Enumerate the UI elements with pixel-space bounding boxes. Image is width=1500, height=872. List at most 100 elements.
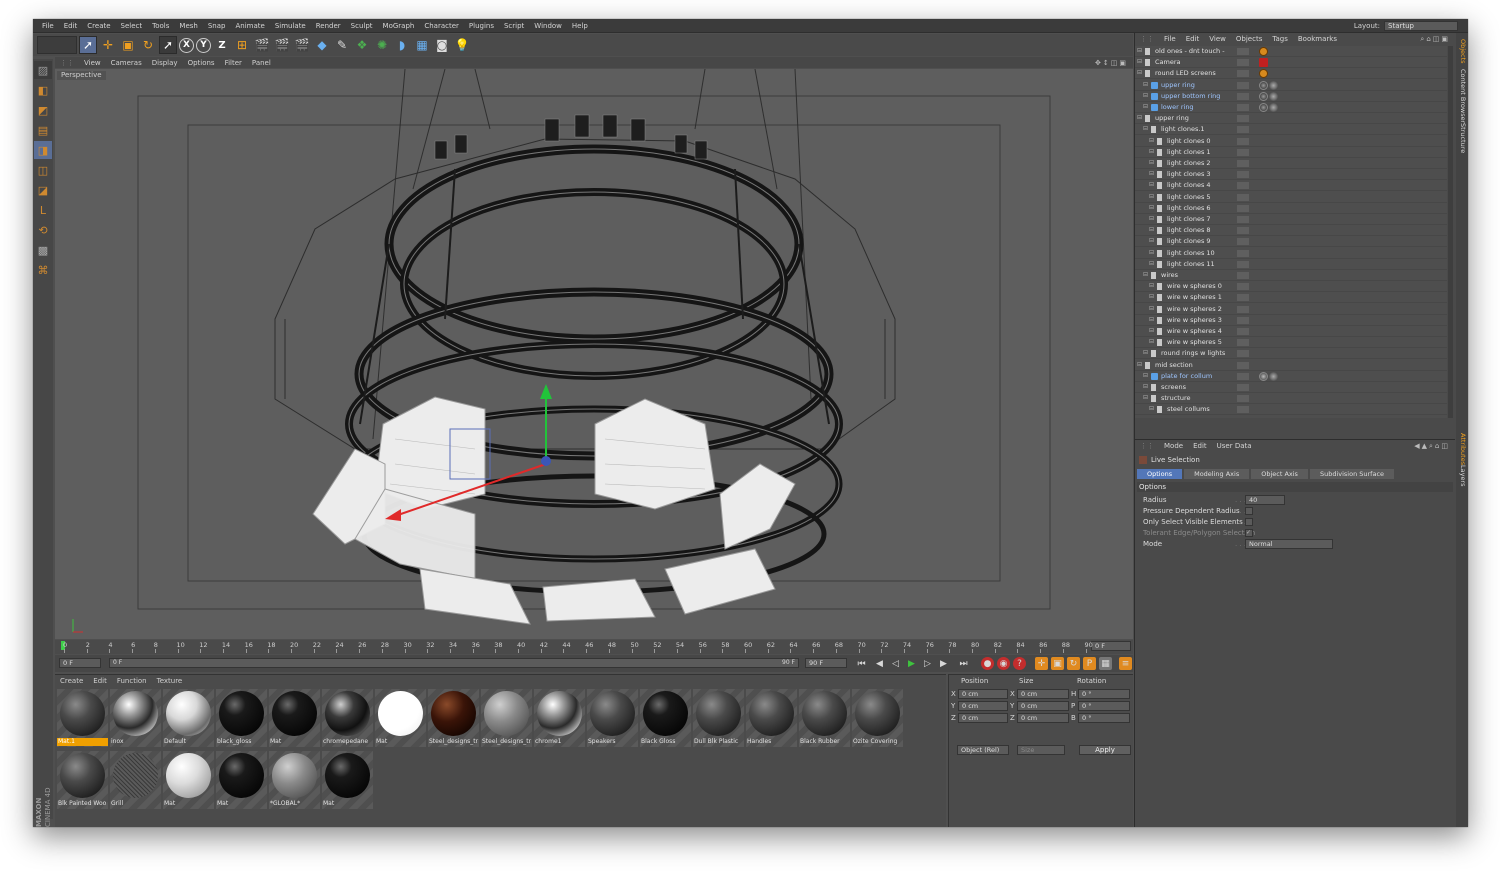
side-tab-objects[interactable]: Objects bbox=[1457, 39, 1467, 64]
record-icon[interactable]: ● bbox=[981, 657, 994, 670]
model-mode-icon[interactable]: ◧ bbox=[34, 81, 52, 99]
goto-start-icon[interactable]: ⏮ bbox=[855, 657, 868, 670]
object-tag-icon[interactable] bbox=[1259, 47, 1268, 56]
timeline-ruler[interactable]: 0 F 0 2 4 6 8 10 12 14 16 18 20 22 24 26 28 30 32 34 36 38 4… bbox=[55, 640, 1133, 654]
expand-toggle-icon[interactable]: ⊟ bbox=[1149, 338, 1154, 345]
object-row[interactable]: ⊟ light clones 6 bbox=[1135, 203, 1447, 214]
recent-tool-icon[interactable]: ➚ bbox=[159, 36, 177, 54]
coord-rotation-field[interactable]: 0 ° bbox=[1078, 701, 1130, 711]
object-tag-icon[interactable] bbox=[1259, 371, 1268, 381]
visibility-flags[interactable] bbox=[1237, 350, 1249, 358]
menu-mesh[interactable]: Mesh bbox=[174, 22, 202, 30]
viewport-menu-view[interactable]: View bbox=[79, 59, 106, 67]
visibility-flags[interactable] bbox=[1237, 372, 1249, 380]
rotate-icon[interactable]: ↻ bbox=[139, 36, 157, 54]
visibility-flags[interactable] bbox=[1237, 227, 1249, 235]
phong-tag-icon[interactable] bbox=[1269, 103, 1278, 112]
light-icon[interactable]: 💡 bbox=[453, 36, 471, 54]
expand-toggle-icon[interactable]: ⊟ bbox=[1149, 148, 1154, 155]
expand-toggle-icon[interactable]: ⊟ bbox=[1149, 193, 1154, 200]
material-swatch[interactable]: Mat bbox=[269, 689, 320, 747]
object-tag-icon[interactable] bbox=[1259, 103, 1268, 112]
key-pla-icon[interactable]: ▦ bbox=[1099, 657, 1112, 670]
key-position-icon[interactable]: ✛ bbox=[1035, 657, 1048, 670]
subdivision-icon[interactable]: ❖ bbox=[353, 36, 371, 54]
expand-toggle-icon[interactable]: ⊟ bbox=[1149, 305, 1154, 312]
visibility-flags[interactable] bbox=[1237, 328, 1249, 335]
om-menu-objects[interactable]: Objects bbox=[1231, 35, 1267, 43]
side-tab-content-browser[interactable]: Content Browser bbox=[1457, 69, 1467, 123]
coord-mode-select[interactable]: Object (Rel) bbox=[957, 745, 1009, 755]
expand-toggle-icon[interactable]: ⊟ bbox=[1149, 226, 1154, 233]
visibility-flags[interactable] bbox=[1237, 395, 1249, 403]
preview-range-slider[interactable]: 0 F 90 F bbox=[109, 658, 799, 668]
side-tab-layers[interactable]: Layers bbox=[1457, 465, 1467, 487]
workplane-lock-icon[interactable]: ⌘ bbox=[34, 261, 52, 279]
expand-toggle-icon[interactable]: ⊟ bbox=[1149, 181, 1154, 188]
attr-tab-object-axis[interactable]: Object Axis bbox=[1251, 469, 1308, 479]
object-row[interactable]: ⊟ wire w spheres 1 bbox=[1135, 292, 1447, 304]
material-swatch[interactable]: Mat bbox=[216, 751, 267, 809]
attr-menu-mode[interactable]: Mode bbox=[1159, 442, 1188, 450]
material-swatch[interactable]: Grill bbox=[110, 751, 161, 809]
object-tag-icon[interactable] bbox=[1259, 69, 1268, 79]
om-menu-view[interactable]: View bbox=[1204, 35, 1231, 43]
deformer-icon[interactable]: ◗ bbox=[393, 36, 411, 54]
visibility-flags[interactable] bbox=[1237, 216, 1249, 223]
current-frame-field[interactable]: 0 F bbox=[1091, 641, 1131, 651]
undo-redo-slot[interactable] bbox=[37, 36, 77, 54]
menu-mograph[interactable]: MoGraph bbox=[378, 22, 420, 30]
visibility-flags[interactable] bbox=[1237, 384, 1249, 391]
x-axis-lock-icon[interactable]: X bbox=[179, 37, 194, 53]
attr-nav-icons[interactable]: ◀▲⌕⌂◫ bbox=[1409, 442, 1455, 451]
menu-render[interactable]: Render bbox=[311, 22, 346, 30]
om-menu-tags[interactable]: Tags bbox=[1267, 35, 1293, 43]
visibility-flags[interactable] bbox=[1237, 126, 1249, 134]
visibility-flags[interactable] bbox=[1237, 92, 1249, 100]
material-swatch[interactable]: Mat bbox=[163, 751, 214, 809]
viewport-menu-cameras[interactable]: Cameras bbox=[106, 59, 147, 67]
viewport-perspective[interactable]: Perspective bbox=[55, 69, 1133, 639]
viewport-menu-panel[interactable]: Panel bbox=[247, 59, 276, 67]
floor-icon[interactable]: ▦ bbox=[413, 36, 431, 54]
attr-checkbox[interactable]: ✓ bbox=[1245, 529, 1253, 537]
visibility-flags[interactable] bbox=[1237, 238, 1249, 246]
timeline-menu-icon[interactable]: ≡ bbox=[1119, 657, 1132, 670]
visibility-flags[interactable] bbox=[1237, 182, 1249, 190]
attr-tab-options[interactable]: Options bbox=[1137, 469, 1183, 479]
menu-create[interactable]: Create bbox=[82, 22, 115, 30]
visibility-flags[interactable] bbox=[1237, 406, 1249, 414]
material-swatch[interactable]: Dull Blk Plastic bbox=[693, 689, 744, 747]
object-tag-icon[interactable] bbox=[1259, 91, 1268, 101]
z-axis-lock-icon[interactable]: Z bbox=[213, 36, 231, 54]
attr-menu-user-data[interactable]: User Data bbox=[1212, 442, 1257, 450]
visibility-flags[interactable] bbox=[1237, 160, 1249, 167]
object-row[interactable]: ⊟ upper ring bbox=[1135, 113, 1447, 125]
menu-edit[interactable]: Edit bbox=[59, 22, 83, 30]
object-row[interactable]: ⊟ round rings w lights bbox=[1135, 348, 1447, 360]
next-key-icon[interactable]: ▶ bbox=[937, 657, 950, 670]
visibility-flags[interactable] bbox=[1237, 204, 1249, 212]
phong-tag-icon[interactable] bbox=[1269, 91, 1278, 101]
keyframe-selection-icon[interactable]: ? bbox=[1013, 657, 1026, 670]
object-tag-icon[interactable] bbox=[1259, 80, 1268, 90]
visibility-flags[interactable] bbox=[1237, 361, 1249, 369]
attr-tab-modeling-axis[interactable]: Modeling Axis bbox=[1184, 469, 1250, 479]
expand-toggle-icon[interactable]: ⊟ bbox=[1149, 260, 1154, 267]
step-forward-icon[interactable]: ▷ bbox=[921, 657, 934, 670]
visibility-flags[interactable] bbox=[1237, 70, 1249, 78]
viewport-handle-icon[interactable]: ⋮⋮ bbox=[55, 59, 79, 67]
object-row[interactable]: ⊟ mid section bbox=[1135, 360, 1447, 371]
side-tab-structure[interactable]: Structure bbox=[1457, 123, 1467, 153]
tweak-mode-icon[interactable]: ⟲ bbox=[34, 221, 52, 239]
play-icon[interactable]: ▶ bbox=[905, 657, 918, 670]
material-swatch[interactable]: Steel_designs_tr bbox=[481, 689, 532, 747]
visibility-flags[interactable] bbox=[1237, 339, 1249, 347]
visibility-flags[interactable] bbox=[1237, 115, 1249, 123]
edges-mode-icon[interactable]: ◫ bbox=[34, 161, 52, 179]
end-frame-field[interactable]: 90 F bbox=[805, 658, 847, 668]
expand-toggle-icon[interactable]: ⊟ bbox=[1137, 58, 1142, 65]
texture-mode-icon[interactable]: ◩ bbox=[34, 101, 52, 119]
viewport-menu-filter[interactable]: Filter bbox=[220, 59, 247, 67]
visibility-flags[interactable] bbox=[1237, 104, 1249, 111]
